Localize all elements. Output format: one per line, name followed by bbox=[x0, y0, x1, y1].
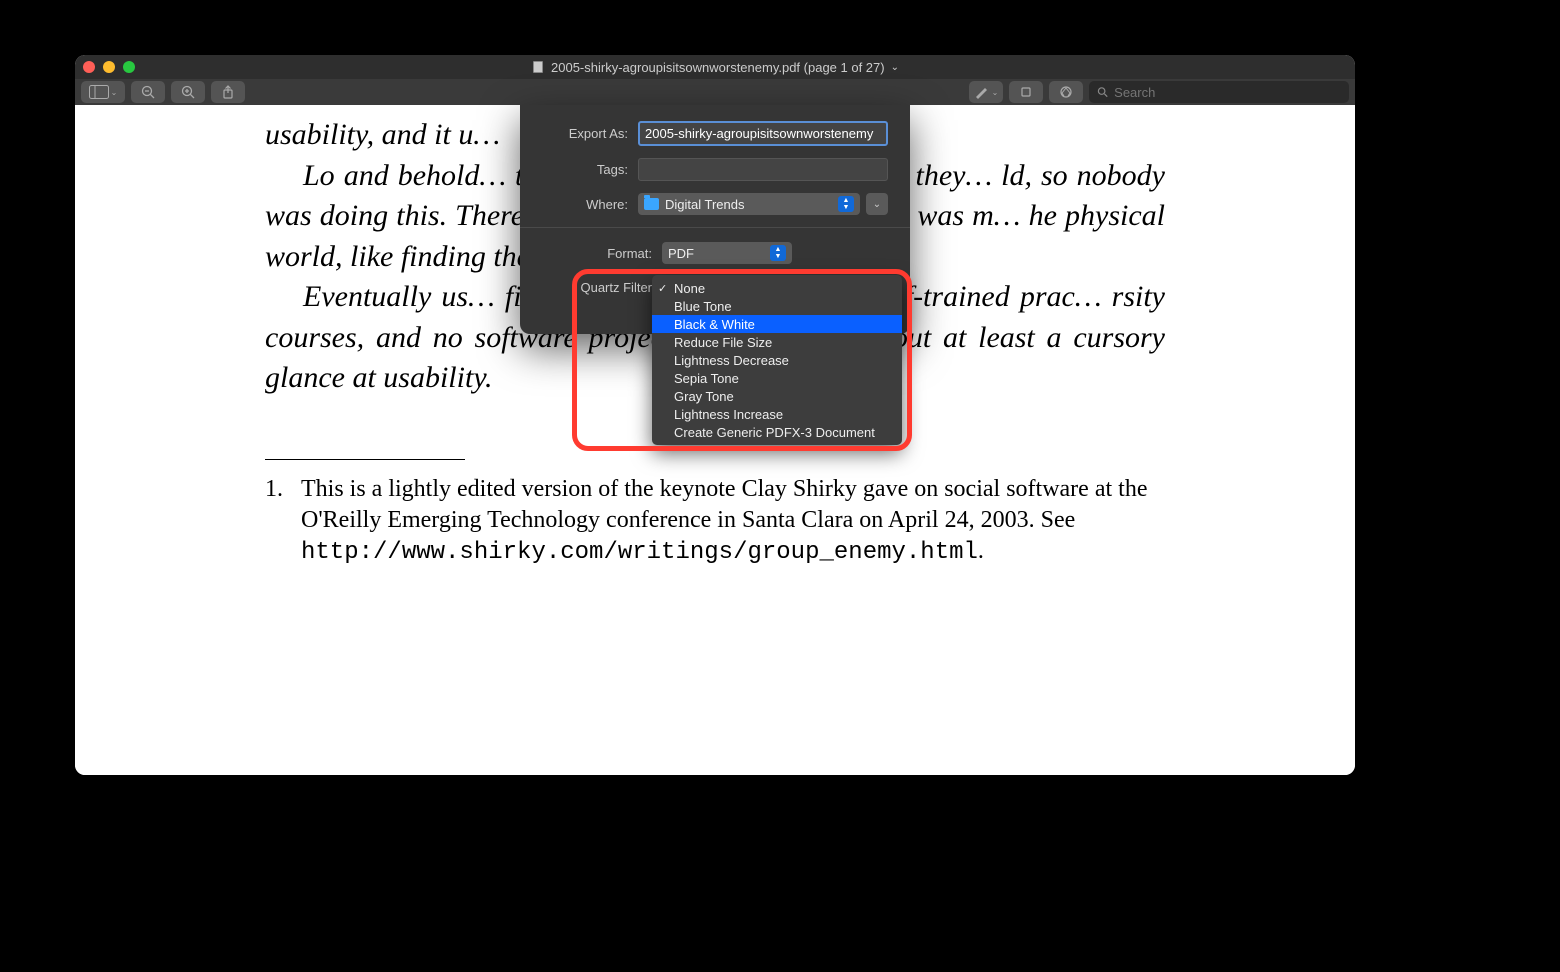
markup-button[interactable] bbox=[1049, 81, 1083, 103]
sidebar-toggle-button[interactable]: ⌄ bbox=[81, 81, 125, 103]
footnote-text: This is a lightly edited version of the … bbox=[301, 476, 1147, 533]
quartz-option[interactable]: Reduce File Size bbox=[652, 333, 902, 351]
quartz-option-label: Black & White bbox=[674, 317, 755, 332]
footnote: 1. This is a lightly edited version of t… bbox=[265, 474, 1165, 569]
titlebar: 2005-shirky-agroupisitsownworstenemy.pdf… bbox=[75, 55, 1355, 79]
export-as-input[interactable] bbox=[638, 121, 888, 146]
format-value: PDF bbox=[668, 246, 694, 261]
footnote-number: 1. bbox=[265, 474, 287, 569]
tags-input[interactable] bbox=[638, 158, 888, 181]
format-label: Format: bbox=[542, 246, 652, 261]
quartz-option[interactable]: Lightness Increase bbox=[652, 405, 902, 423]
close-window-button[interactable] bbox=[83, 61, 95, 73]
zoom-out-button[interactable] bbox=[131, 81, 165, 103]
share-button[interactable] bbox=[211, 81, 245, 103]
quartz-option-label: Gray Tone bbox=[674, 389, 734, 404]
quartz-option[interactable]: ✓ None bbox=[652, 279, 902, 297]
quartz-option[interactable]: Create Generic PDFX-3 Document bbox=[652, 423, 902, 441]
updown-icon: ▲▼ bbox=[770, 245, 786, 261]
zoom-in-button[interactable] bbox=[171, 81, 205, 103]
highlight-button[interactable]: ⌄ bbox=[969, 81, 1003, 103]
traffic-lights bbox=[83, 61, 135, 73]
quartz-option[interactable]: Sepia Tone bbox=[652, 369, 902, 387]
chevron-down-icon: ⌄ bbox=[891, 62, 899, 73]
maximize-window-button[interactable] bbox=[123, 61, 135, 73]
format-select[interactable]: PDF ▲▼ bbox=[662, 242, 792, 264]
export-as-label: Export As: bbox=[542, 126, 628, 141]
quartz-option-label: Blue Tone bbox=[674, 299, 732, 314]
toolbar: ⌄ ⌄ bbox=[75, 79, 1355, 105]
expand-button[interactable]: ⌄ bbox=[866, 193, 888, 215]
quartz-filter-label: Quartz Filter bbox=[542, 280, 652, 295]
quartz-option[interactable]: Lightness Decrease bbox=[652, 351, 902, 369]
quartz-option[interactable]: Black & White bbox=[652, 315, 902, 333]
quartz-option-label: Create Generic PDFX-3 Document bbox=[674, 425, 875, 440]
quartz-filter-dropdown[interactable]: ✓ None Blue Tone Black & White Reduce File S… bbox=[652, 275, 902, 445]
minimize-window-button[interactable] bbox=[103, 61, 115, 73]
quartz-option[interactable]: Gray Tone bbox=[652, 387, 902, 405]
updown-icon: ▲▼ bbox=[838, 196, 854, 212]
footnote-rule bbox=[265, 459, 465, 460]
quartz-option[interactable]: Blue Tone bbox=[652, 297, 902, 315]
quartz-option-label: None bbox=[674, 281, 705, 296]
tags-label: Tags: bbox=[542, 162, 628, 177]
folder-icon bbox=[644, 198, 659, 210]
rotate-button[interactable] bbox=[1009, 81, 1043, 103]
where-value: Digital Trends bbox=[665, 197, 744, 212]
window-title-text: 2005-shirky-agroupisitsownworstenemy.pdf… bbox=[551, 60, 885, 75]
check-icon: ✓ bbox=[658, 282, 667, 295]
window-title: 2005-shirky-agroupisitsownworstenemy.pdf… bbox=[75, 60, 1355, 75]
footnote-url: http://www.shirky.com/writings/group_ene… bbox=[301, 539, 978, 566]
quartz-option-label: Reduce File Size bbox=[674, 335, 772, 350]
quartz-option-label: Sepia Tone bbox=[674, 371, 739, 386]
document-icon bbox=[531, 60, 545, 74]
search-icon bbox=[1097, 86, 1108, 98]
search-field[interactable] bbox=[1089, 81, 1349, 103]
preview-window: 2005-shirky-agroupisitsownworstenemy.pdf… bbox=[75, 55, 1355, 775]
where-select[interactable]: Digital Trends ▲▼ bbox=[638, 193, 860, 215]
quartz-option-label: Lightness Decrease bbox=[674, 353, 789, 368]
search-input[interactable] bbox=[1114, 85, 1341, 100]
export-sheet: Export As: Tags: Where: Digital Trends ▲… bbox=[520, 105, 910, 334]
quartz-option-label: Lightness Increase bbox=[674, 407, 783, 422]
footnote-body: This is a lightly edited version of the … bbox=[301, 474, 1165, 569]
where-label: Where: bbox=[542, 197, 628, 212]
